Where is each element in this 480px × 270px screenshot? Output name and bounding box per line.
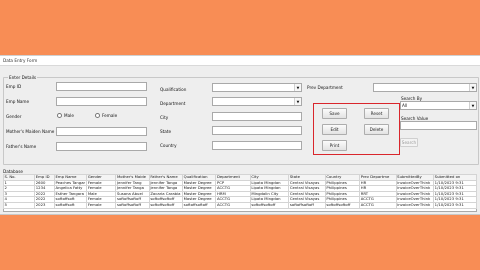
department-label: Department	[160, 101, 186, 106]
state-field[interactable]	[212, 126, 302, 135]
table-cell: invoiceOverThink	[395, 202, 435, 209]
table-cell: ACCTG	[215, 202, 251, 209]
table-cell: Esther Tangara	[54, 190, 88, 198]
table-cell: 2023	[34, 202, 56, 209]
table-row[interactable]: 5 2023 softoffsoft Female softoffsoftoff soft…	[2, 202, 477, 209]
radio-circle-icon	[57, 113, 62, 118]
qualification-label: Qualification	[160, 87, 187, 92]
table-cell: invoiceOverThink	[395, 196, 435, 203]
country-field[interactable]	[212, 141, 302, 150]
prev-department-label: Prev Department	[307, 85, 343, 90]
search-by-value: All	[402, 103, 408, 108]
emp-name-field[interactable]	[56, 97, 147, 106]
delete-button[interactable]: Delete	[364, 124, 389, 135]
search-by-dropdown[interactable]: All ▼	[400, 101, 477, 110]
chevron-down-icon[interactable]: ▼	[294, 84, 301, 91]
mothers-maiden-field[interactable]	[56, 127, 147, 136]
radio-circle-icon	[95, 113, 100, 118]
state-label: State	[160, 129, 172, 134]
chevron-down-icon[interactable]: ▼	[469, 84, 476, 91]
department-dropdown[interactable]: ▼	[212, 97, 302, 106]
table-cell: 1/10/2023 9:31	[433, 202, 477, 209]
country-label: Country	[160, 143, 177, 148]
search-value-field[interactable]	[400, 121, 477, 130]
qualification-dropdown[interactable]: ▼	[212, 83, 302, 92]
table-cell: invoiceOverThink	[395, 185, 435, 192]
emp-name-label: Emp Name	[6, 99, 30, 104]
table-cell: 5	[2, 202, 36, 209]
chevron-down-icon[interactable]: ▼	[469, 102, 476, 109]
fathers-name-field[interactable]	[56, 142, 147, 151]
table-cell: Master Degree	[182, 196, 217, 203]
window-title: Data Entry Form	[0, 56, 480, 66]
table-cell: Peaches Tangar	[54, 179, 88, 187]
table-cell: invoiceOverThink	[395, 190, 435, 198]
table-cell: softoffsoftoff	[182, 202, 217, 209]
emp-id-field[interactable]	[56, 82, 147, 91]
gender-label: Gender	[6, 114, 22, 119]
database-table[interactable]: S. No. Emp ID Emp Name Gender Mother's M…	[2, 174, 477, 209]
table-cell: softoffsoftoff	[249, 202, 290, 209]
table-cell: Master Degree	[182, 179, 217, 187]
column-header[interactable]: Mother's Maide	[115, 174, 150, 181]
data-entry-window: Data Entry Form Enter Details Emp ID Emp…	[0, 55, 480, 215]
column-header[interactable]: Father's Name	[148, 174, 184, 181]
table-cell: softoffsoftoff	[288, 202, 326, 209]
table-cell: Master Degree	[182, 185, 217, 192]
table-cell: Angelica Fatty	[54, 185, 88, 192]
gender-female-label: Female	[102, 113, 118, 118]
search-button[interactable]: Search	[400, 138, 418, 147]
city-field[interactable]	[212, 112, 302, 121]
table-cell: softoffsoftoff	[115, 202, 150, 209]
enter-details-legend: Enter Details	[8, 75, 38, 80]
table-cell: Female	[86, 202, 117, 209]
gender-female-radio[interactable]: Female	[95, 113, 117, 118]
table-cell: Master Degree	[182, 190, 217, 198]
emp-id-label: Emp ID	[6, 84, 22, 89]
mothers-maiden-label: Mother's Maiden Name	[6, 129, 55, 134]
table-cell: softoffsoftoff	[324, 202, 361, 209]
save-button[interactable]: Save	[322, 108, 347, 119]
chevron-down-icon[interactable]: ▼	[294, 98, 301, 105]
reset-button[interactable]: Reset	[364, 108, 389, 119]
table-cell: Zacaria Carabia	[148, 190, 184, 198]
print-button[interactable]: Print	[322, 140, 347, 151]
prev-department-dropdown[interactable]: ▼	[373, 83, 477, 92]
table-cell: invoiceOverThink	[395, 179, 435, 187]
fathers-name-label: Father's Name	[6, 144, 37, 149]
gender-male-radio[interactable]: Male	[57, 113, 74, 118]
table-cell: softoffsoftoff	[148, 202, 184, 209]
edit-button[interactable]: Edit	[322, 124, 347, 135]
table-cell: softoffsoft	[54, 202, 88, 209]
city-label: City	[160, 115, 169, 120]
table-cell: ACCTG	[359, 202, 397, 209]
gender-male-label: Male	[64, 113, 74, 118]
